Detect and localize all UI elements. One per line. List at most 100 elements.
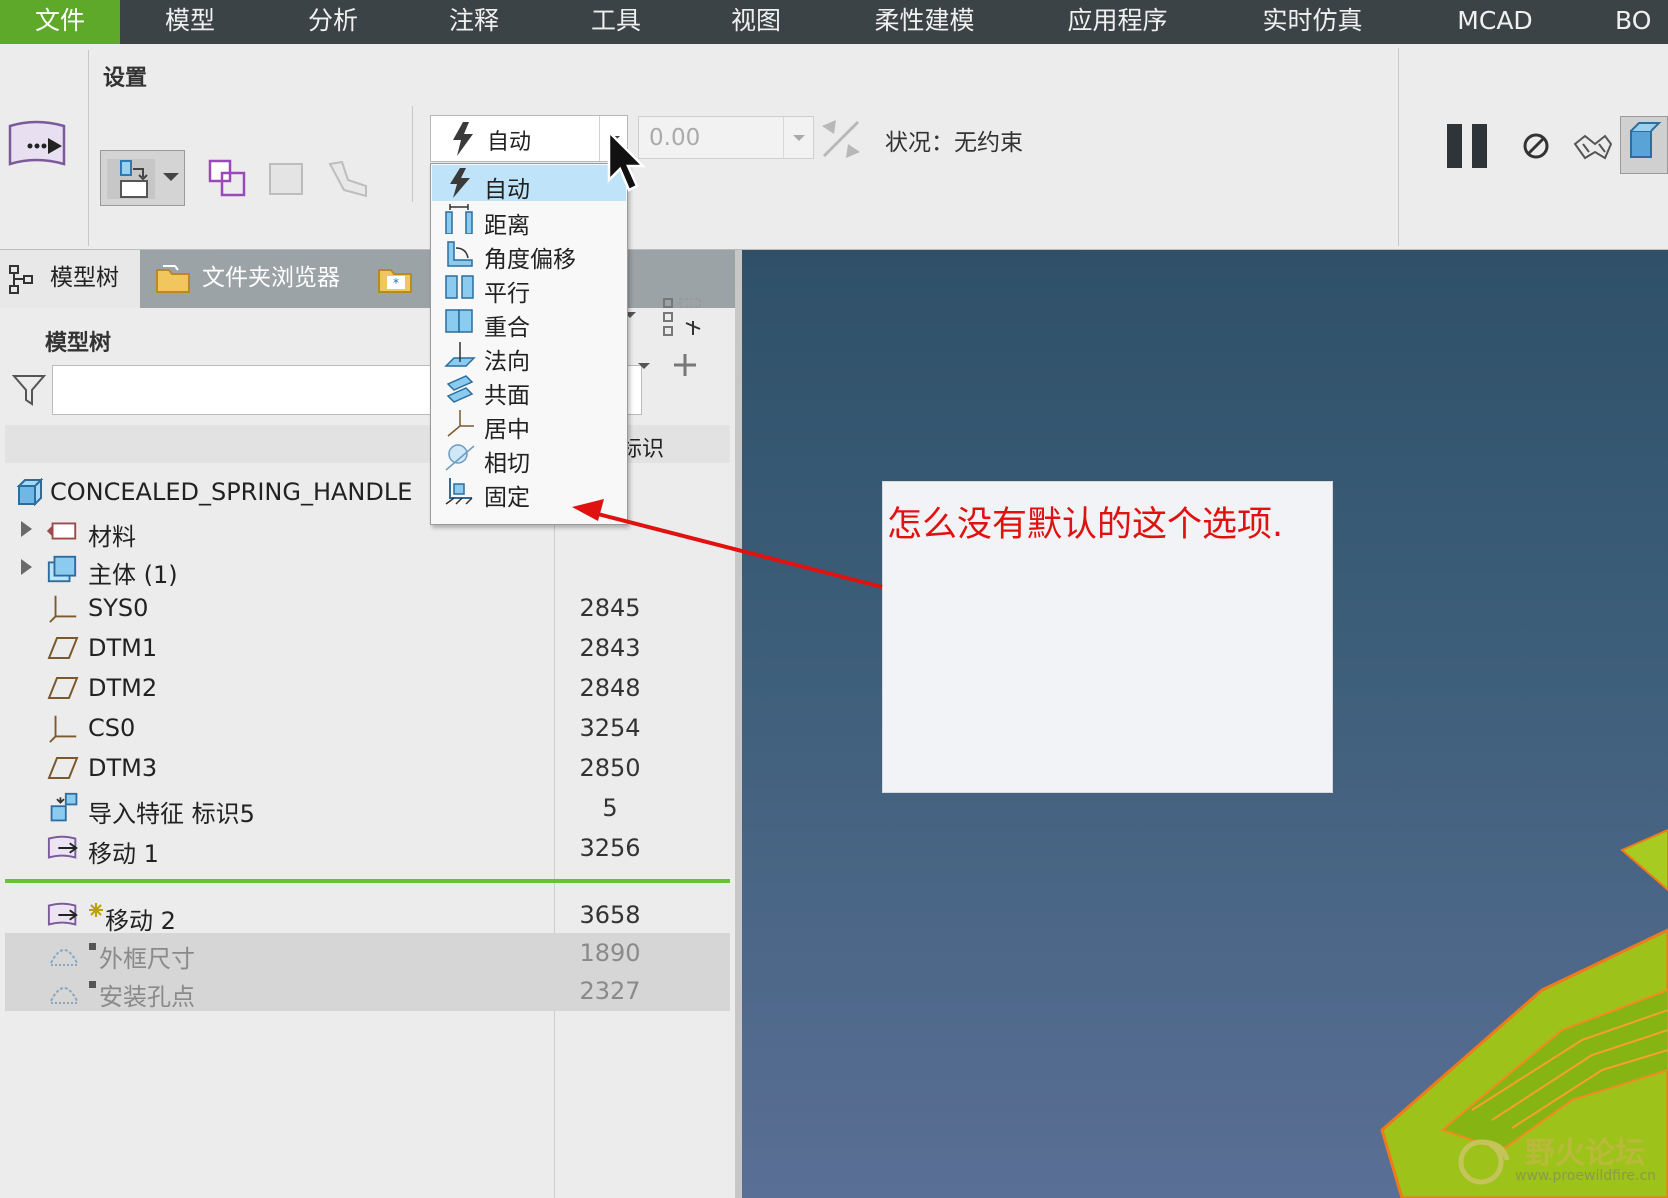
menu-file[interactable]: 文件 bbox=[0, 0, 120, 44]
preview-icon[interactable] bbox=[1620, 116, 1668, 174]
option-angle-offset[interactable]: 角度偏移 bbox=[432, 235, 626, 273]
sketch-icon bbox=[50, 949, 78, 966]
tree-row-name: DTM1 bbox=[88, 634, 158, 662]
component-window-icon[interactable] bbox=[208, 159, 248, 199]
option-fixed[interactable]: 固定 bbox=[432, 473, 626, 511]
option-centered[interactable]: 居中 bbox=[432, 405, 626, 443]
option-automatic[interactable]: 自动 bbox=[432, 165, 626, 203]
lightning-icon bbox=[450, 168, 470, 198]
annotation-callout: 怎么没有默认的这个选项. bbox=[882, 481, 1333, 793]
angle-offset-icon bbox=[447, 241, 473, 267]
tree-row-name: CS0 bbox=[88, 714, 136, 742]
option-parallel[interactable]: 平行 bbox=[432, 269, 626, 307]
tree-row[interactable]: 主体 (1) bbox=[5, 549, 730, 589]
offset-value: 0.00 bbox=[649, 125, 701, 151]
menu-bar: 文件 模型 分析 注释 工具 视图 柔性建模 应用程序 实时仿真 MCAD BO bbox=[0, 0, 1668, 44]
coincident-icon bbox=[445, 309, 473, 333]
sketch-icon bbox=[50, 987, 78, 1004]
show-component-icon bbox=[266, 160, 306, 198]
option-tangent[interactable]: 相切 bbox=[432, 439, 626, 477]
tree-row-suppressed[interactable]: 外框尺寸 1890 bbox=[5, 933, 730, 973]
option-distance[interactable]: 距离 bbox=[432, 201, 626, 239]
chevron-down-icon[interactable] bbox=[634, 356, 654, 376]
menu-annotate[interactable]: 注释 bbox=[424, 0, 524, 44]
tree-row-name: 导入特征 标识5 bbox=[88, 800, 255, 828]
filter-icon[interactable] bbox=[12, 372, 46, 408]
menu-model[interactable]: 模型 bbox=[140, 0, 240, 44]
panel-splitter[interactable] bbox=[735, 250, 742, 1198]
normal-icon bbox=[444, 342, 476, 367]
expand-icon[interactable] bbox=[21, 559, 32, 575]
ribbon-separator bbox=[412, 106, 413, 202]
suppressed-icon bbox=[89, 981, 96, 988]
add-icon[interactable] bbox=[670, 350, 700, 380]
menu-applications[interactable]: 应用程序 bbox=[1055, 0, 1180, 44]
constraint-type-value: 自动 bbox=[487, 130, 532, 155]
tab-folder-browser[interactable]: 文件夹浏览器 bbox=[150, 250, 355, 308]
constraint-type-combo[interactable]: 自动 bbox=[430, 115, 628, 162]
tree-row-name: DTM3 bbox=[88, 754, 158, 782]
tree-row[interactable]: CS0 3254 bbox=[5, 708, 730, 748]
option-coincident[interactable]: 重合 bbox=[432, 303, 626, 341]
tree-row-name: 移动 2 bbox=[105, 907, 176, 935]
chevron-down-icon[interactable] bbox=[783, 117, 813, 158]
material-icon bbox=[46, 522, 77, 540]
fixed-icon bbox=[445, 478, 473, 505]
flip-constraint-icon bbox=[818, 116, 864, 162]
cancel-icon[interactable] bbox=[1521, 131, 1551, 161]
offset-input[interactable]: 0.00 bbox=[638, 116, 814, 159]
ribbon-separator bbox=[1398, 48, 1399, 246]
tree-row[interactable]: SYS0 2845 bbox=[5, 588, 730, 628]
tree-row[interactable]: 移动 1 3256 bbox=[5, 828, 730, 868]
tree-icon bbox=[9, 265, 33, 294]
menu-bo[interactable]: BO bbox=[1615, 0, 1668, 44]
tab-folder-browser-label: 文件夹浏览器 bbox=[202, 265, 340, 291]
menu-mcad[interactable]: MCAD bbox=[1440, 0, 1550, 44]
tree-row-name: 安装孔点 bbox=[99, 983, 195, 1011]
move-component-icon[interactable] bbox=[6, 116, 72, 178]
tree-row-name: DTM2 bbox=[88, 674, 158, 702]
tree-row[interactable]: DTM2 2848 bbox=[5, 668, 730, 708]
tree-row-id: 5 bbox=[602, 794, 618, 822]
body-icon bbox=[47, 555, 77, 583]
insert-here-indicator[interactable] bbox=[5, 879, 730, 883]
tree-root-name: CONCEALED_SPRING_HANDLE bbox=[50, 478, 413, 506]
glasses-icon[interactable] bbox=[1571, 124, 1613, 166]
forum-logo-icon bbox=[1458, 1139, 1510, 1185]
tab-model-tree-label: 模型树 bbox=[50, 265, 119, 291]
watermark-title: 野火论坛 bbox=[1525, 1136, 1645, 1171]
annotation-text: 怎么没有默认的这个选项. bbox=[887, 505, 1284, 545]
centered-icon bbox=[447, 410, 474, 437]
tab-model-tree[interactable]: 模型树 bbox=[0, 250, 140, 308]
menu-realtime-simulation[interactable]: 实时仿真 bbox=[1250, 0, 1375, 44]
expand-icon[interactable] bbox=[21, 521, 32, 537]
tree-row[interactable]: 导入特征 标识5 5 bbox=[5, 788, 730, 828]
menu-tools[interactable]: 工具 bbox=[566, 0, 666, 44]
tree-row[interactable]: 移动 2 3658 bbox=[5, 895, 730, 935]
tree-settings-icon[interactable] bbox=[660, 295, 706, 339]
settings-group-label: 设置 bbox=[103, 66, 148, 91]
option-coplanar[interactable]: 共面 bbox=[432, 371, 626, 409]
menu-flexible-modeling[interactable]: 柔性建模 bbox=[862, 0, 987, 44]
tree-row-suppressed[interactable]: 安装孔点 2327 bbox=[5, 971, 730, 1011]
watermark-url: www.proewildfire.cn bbox=[1515, 1168, 1657, 1184]
coordinate-system-icon bbox=[49, 595, 77, 623]
option-normal[interactable]: 法向 bbox=[432, 337, 626, 375]
menu-analysis[interactable]: 分析 bbox=[283, 0, 383, 44]
tree-row[interactable]: DTM1 2843 bbox=[5, 628, 730, 668]
svg-text:*: * bbox=[393, 276, 399, 290]
ribbon: 设置 自动 0.00 状况：无约束 bbox=[0, 44, 1668, 293]
placement-type-button[interactable] bbox=[100, 150, 185, 206]
tree-row-id: 3256 bbox=[579, 834, 641, 862]
pause-icon[interactable] bbox=[1443, 122, 1493, 170]
suppressed-icon bbox=[89, 943, 96, 950]
menu-view[interactable]: 视图 bbox=[706, 0, 806, 44]
tree-row[interactable]: DTM3 2850 bbox=[5, 748, 730, 788]
tab-favorites[interactable]: * bbox=[373, 250, 425, 308]
tree-row-name: 主体 (1) bbox=[88, 561, 178, 589]
panel-tabs: 模型树 文件夹浏览器 * bbox=[0, 250, 740, 308]
coplanar-icon bbox=[446, 375, 474, 403]
coordinate-system-icon bbox=[49, 715, 77, 743]
tree-row-id: 2848 bbox=[579, 674, 641, 702]
datum-plane-icon bbox=[47, 637, 79, 659]
